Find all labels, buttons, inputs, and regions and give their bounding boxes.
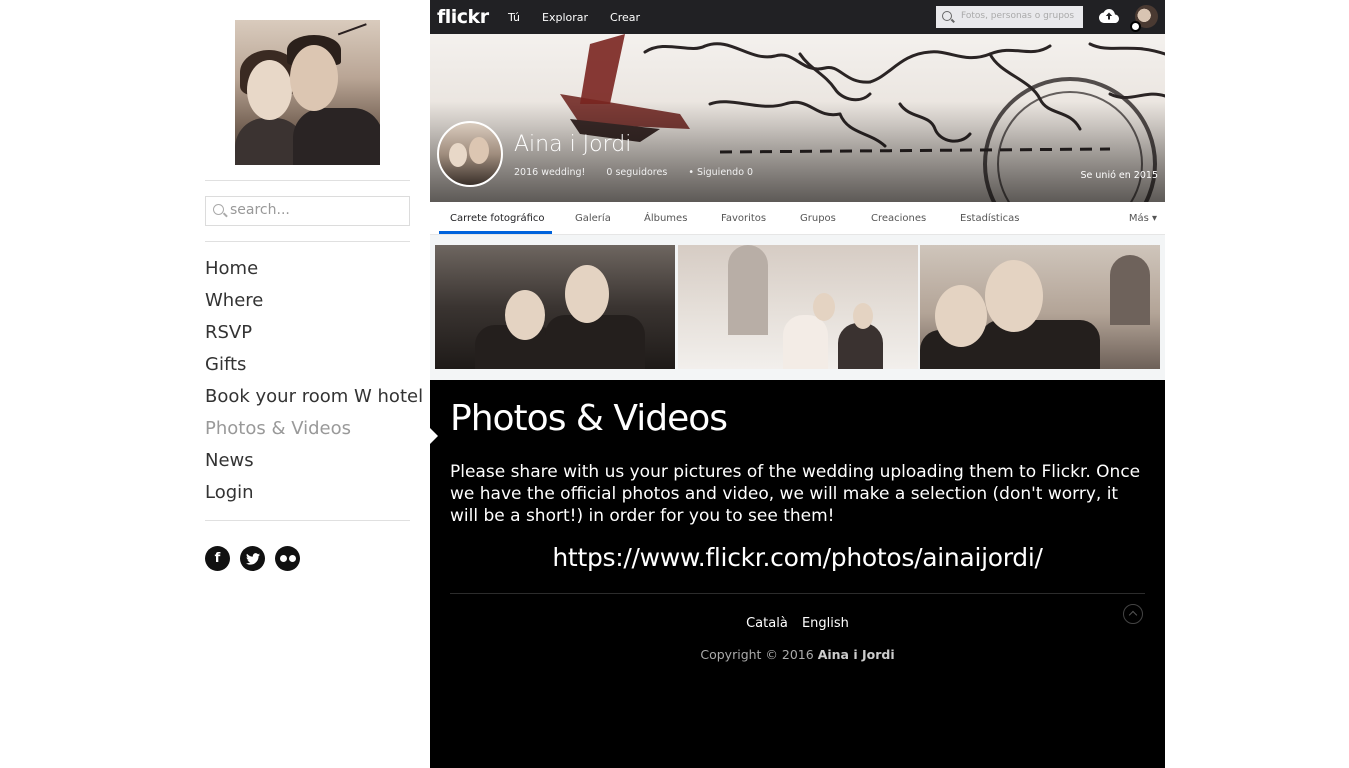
search-icon	[213, 204, 224, 215]
flickr-link[interactable]: https://www.flickr.com/photos/ainaijordi…	[450, 543, 1145, 572]
profile-name: Aina i Jordi	[514, 132, 632, 157]
divider	[205, 241, 410, 242]
flickr-topbar: flickr Tú Explorar Crear Fotos, personas…	[430, 0, 1165, 34]
page-content: Photos & Videos Please share with us you…	[450, 398, 1145, 572]
topnav-explorar[interactable]: Explorar	[542, 11, 588, 24]
flickr-logo[interactable]: flickr	[437, 6, 489, 28]
language-switcher: Català English	[430, 616, 1165, 631]
photo-thumbnail[interactable]	[920, 245, 1160, 369]
social-links: f	[205, 546, 300, 571]
flickr-profile-tabs: Carrete fotográfico Galería Álbumes Favo…	[430, 202, 1165, 235]
active-page-indicator	[430, 428, 438, 444]
photo-grid	[430, 235, 1165, 380]
tab-favorites[interactable]: Favoritos	[721, 213, 766, 224]
joined-date: Se unió en 2015	[1080, 170, 1158, 181]
tab-gallery[interactable]: Galería	[575, 213, 611, 224]
nav-item-book-room[interactable]: Book your room W hotel	[205, 384, 423, 416]
pointer-cursor	[1130, 21, 1141, 32]
facebook-icon[interactable]: f	[205, 546, 230, 571]
active-tab-indicator	[439, 231, 552, 234]
divider	[205, 180, 410, 181]
main-nav: Home Where RSVP Gifts Book your room W h…	[205, 256, 423, 512]
copyright-owner: Aina i Jordi	[817, 647, 895, 662]
following-count[interactable]: • Siguiendo 0	[688, 167, 771, 178]
photo-thumbnail[interactable]	[435, 245, 675, 369]
lang-english[interactable]: English	[802, 616, 849, 631]
photo-thumbnail[interactable]	[678, 245, 918, 369]
tab-creations[interactable]: Creaciones	[871, 213, 926, 224]
lang-catala[interactable]: Català	[746, 616, 788, 631]
profile-avatar[interactable]	[437, 121, 503, 187]
tab-albums[interactable]: Álbumes	[644, 213, 687, 224]
nav-item-rsvp[interactable]: RSVP	[205, 320, 423, 352]
twitter-icon[interactable]	[240, 546, 265, 571]
search-input[interactable]	[230, 200, 400, 220]
topnav-crear[interactable]: Crear	[610, 11, 640, 24]
nav-item-gifts[interactable]: Gifts	[205, 352, 423, 384]
tab-stats[interactable]: Estadísticas	[960, 213, 1019, 224]
cover-photo: Aina i Jordi 2016 wedding! 0 seguidores …	[430, 34, 1165, 202]
main-content: flickr Tú Explorar Crear Fotos, personas…	[430, 0, 1165, 768]
topnav-tu[interactable]: Tú	[508, 11, 520, 24]
profile-tagline: 2016 wedding!	[514, 167, 586, 178]
footer-divider	[450, 593, 1145, 594]
nav-item-where[interactable]: Where	[205, 288, 423, 320]
flickr-icon[interactable]	[275, 546, 300, 571]
profile-meta: 2016 wedding! 0 seguidores • Siguiendo 0	[514, 167, 789, 178]
divider	[205, 520, 410, 521]
flickr-topnav: Tú Explorar Crear	[508, 11, 640, 24]
copyright: Copyright © 2016 Aina i Jordi	[430, 647, 1165, 662]
page-description: Please share with us your pictures of th…	[450, 462, 1141, 526]
flickr-embed: flickr Tú Explorar Crear Fotos, personas…	[430, 0, 1165, 380]
followers-count[interactable]: 0 seguidores	[606, 167, 667, 178]
nav-item-home[interactable]: Home	[205, 256, 423, 288]
nav-item-news[interactable]: News	[205, 448, 423, 480]
flickr-search-placeholder: Fotos, personas o grupos	[961, 11, 1075, 21]
couple-photo	[235, 20, 380, 165]
sidebar-search[interactable]	[205, 196, 410, 226]
search-icon	[942, 11, 952, 21]
nav-item-login[interactable]: Login	[205, 480, 423, 512]
nav-item-photos-videos[interactable]: Photos & Videos	[205, 416, 423, 448]
page-title: Photos & Videos	[450, 398, 728, 439]
copyright-text: Copyright © 2016	[700, 647, 814, 662]
tab-camera-roll[interactable]: Carrete fotográfico	[450, 213, 545, 224]
upload-cloud-icon[interactable]	[1099, 9, 1119, 23]
tab-groups[interactable]: Grupos	[800, 213, 836, 224]
flickr-search-input[interactable]: Fotos, personas o grupos	[936, 6, 1083, 28]
tab-more[interactable]: Más ▾	[1129, 213, 1157, 224]
